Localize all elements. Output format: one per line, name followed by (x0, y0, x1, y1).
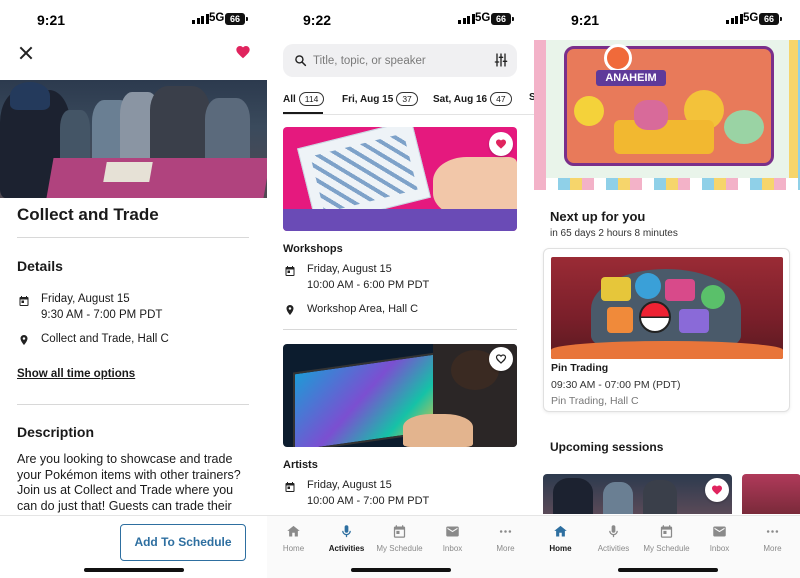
calendar-icon (393, 525, 406, 538)
favorite-button[interactable] (705, 478, 729, 502)
signal-icon (726, 14, 743, 24)
close-icon[interactable] (17, 44, 35, 62)
network-label: 5G (209, 12, 225, 24)
status-time: 9:22 (303, 12, 332, 28)
search-input[interactable] (313, 44, 483, 77)
filter-sliders-icon[interactable] (493, 52, 509, 68)
details-heading: Details (17, 258, 63, 274)
card-date: Friday, August 15 (307, 479, 392, 491)
network-label: 5G (475, 12, 491, 24)
battery-icon: 66 (225, 13, 248, 25)
home-indicator (83, 568, 184, 572)
upcoming-sessions-title: Upcoming sessions (550, 440, 664, 454)
event-time: 9:30 AM - 7:00 PM PDT (41, 309, 163, 321)
event-location: Collect and Trade, Hall C (41, 333, 169, 345)
status-time: 9:21 (37, 12, 66, 28)
session-time: 09:30 AM - 07:00 PM (PDT) (551, 379, 681, 391)
mail-icon (713, 526, 726, 537)
session-name: Pin Trading (551, 362, 609, 374)
heart-icon (496, 139, 506, 149)
more-icon (766, 530, 779, 533)
next-up-countdown: in 65 days 2 hours 8 minutes (550, 228, 678, 239)
description-text: Are you looking to showcase and trade yo… (17, 452, 241, 513)
nav-activities[interactable]: Activities (587, 524, 640, 553)
nav-more[interactable]: More (746, 524, 799, 553)
battery-icon: 66 (491, 13, 514, 25)
show-all-time-options-link[interactable]: Show all time options (17, 368, 135, 380)
home-icon (554, 525, 567, 537)
next-up-title: Next up for you (550, 209, 646, 224)
card-time: 10:00 AM - 7:00 PM PDT (307, 495, 430, 507)
microphone-icon (342, 525, 351, 538)
home-indicator (350, 568, 451, 572)
location-pin-icon (20, 335, 28, 345)
more-icon (499, 530, 512, 533)
description-heading: Description (17, 424, 95, 440)
session-location: Pin Trading, Hall C (551, 395, 639, 407)
mail-icon (446, 526, 459, 537)
nav-home[interactable]: Home (534, 524, 587, 553)
nav-inbox[interactable]: Inbox (426, 524, 479, 553)
nav-my-schedule[interactable]: My Schedule (373, 524, 426, 553)
calendar-icon (19, 296, 29, 306)
nav-inbox[interactable]: Inbox (693, 524, 746, 553)
nav-my-schedule[interactable]: My Schedule (640, 524, 693, 553)
calendar-icon (660, 525, 673, 538)
home-indicator (617, 568, 718, 572)
card-location: Workshop Area, Hall C (307, 303, 419, 315)
event-photo (0, 80, 267, 198)
home-screen: 9:21 5G 66 ANAHEIM Next up for you in 65… (534, 0, 800, 578)
favorite-button[interactable] (489, 347, 513, 371)
pin-trading-photo (551, 257, 783, 359)
add-to-schedule-button[interactable]: Add To Schedule (120, 524, 246, 561)
workshop-photo[interactable] (283, 127, 517, 231)
card-date: Friday, August 15 (307, 263, 392, 275)
tab-sat-aug-16[interactable]: Sat, Aug 16 47 (433, 92, 512, 106)
network-label: 5G (743, 12, 759, 24)
microphone-icon (609, 525, 618, 538)
heart-outline-icon (495, 354, 507, 364)
home-icon (287, 525, 300, 537)
favorite-button[interactable] (489, 132, 513, 156)
banner-text: ANAHEIM (596, 70, 666, 86)
nav-more[interactable]: More (479, 524, 532, 553)
event-date: Friday, August 15 (41, 293, 130, 305)
status-time: 9:21 (571, 12, 600, 28)
tab-fri-aug-15[interactable]: Fri, Aug 15 37 (342, 92, 418, 106)
upcoming-session-card[interactable] (543, 474, 732, 514)
search-icon (295, 55, 307, 67)
event-detail-screen: 9:21 5G 66 Collect and Trade Details Fri… (0, 0, 267, 578)
heart-icon (712, 485, 722, 495)
next-session-card[interactable]: Pin Trading 09:30 AM - 07:00 PM (PDT) Pi… (543, 248, 790, 412)
divider (283, 114, 534, 115)
nav-home[interactable]: Home (267, 524, 320, 553)
card-category: Workshops (283, 243, 343, 255)
calendar-icon (285, 482, 295, 492)
signal-icon (192, 14, 209, 24)
card-category: Artists (283, 459, 318, 471)
divider (17, 237, 249, 238)
battery-icon: 66 (759, 13, 782, 25)
status-bar: 9:22 5G 66 (267, 0, 534, 40)
divider (17, 404, 249, 405)
status-bar: 9:21 5G 66 (534, 0, 800, 40)
location-pin-icon (286, 305, 294, 315)
calendar-icon (285, 266, 295, 276)
divider (283, 329, 517, 330)
heart-icon[interactable] (235, 44, 251, 60)
upcoming-session-card[interactable] (742, 474, 800, 514)
activities-screen: 9:22 5G 66 All114 Fri, Aug 1537 Sat, Aug… (267, 0, 534, 578)
card-time: 10:00 AM - 6:00 PM PDT (307, 279, 430, 291)
search-bar (283, 44, 517, 77)
tab-all[interactable]: All 114 (283, 92, 325, 106)
nav-activities[interactable]: Activities (320, 524, 373, 553)
artist-photo[interactable] (283, 344, 517, 447)
page-title: Collect and Trade (17, 205, 159, 224)
event-banner: ANAHEIM (534, 40, 800, 190)
signal-icon (458, 14, 475, 24)
status-bar: 9:21 5G 66 (0, 0, 267, 40)
